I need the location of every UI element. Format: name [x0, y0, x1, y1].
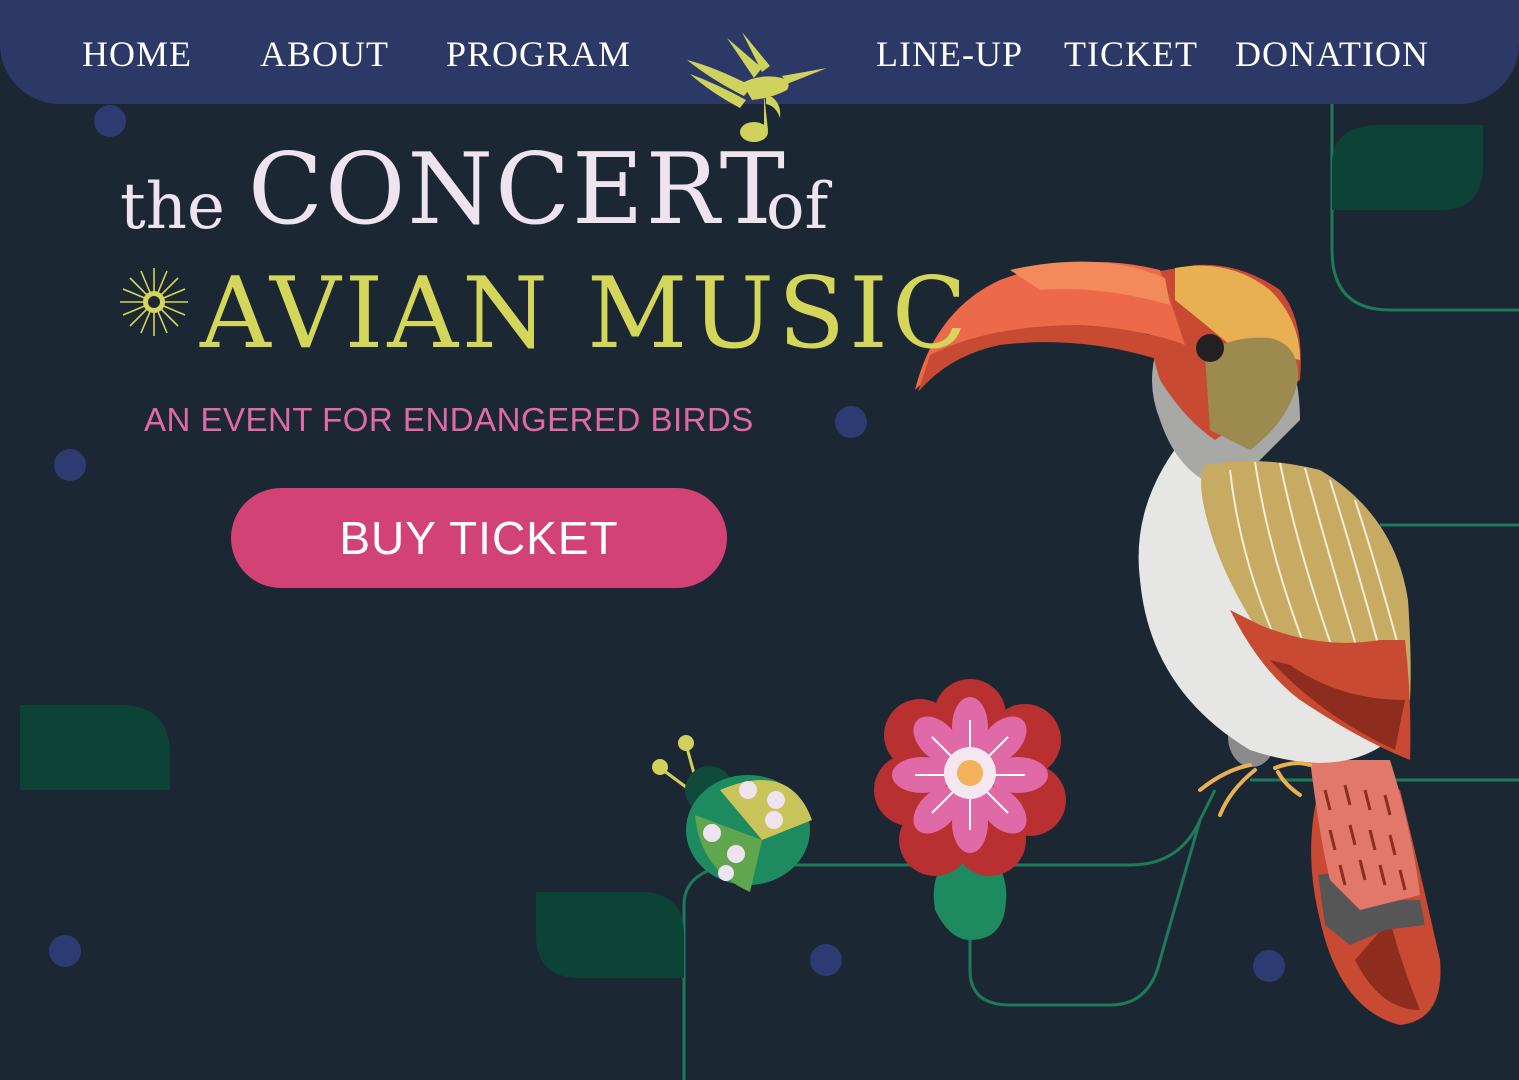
sun-icon — [120, 268, 188, 336]
nav-ticket[interactable]: TICKET — [1064, 34, 1198, 74]
title-of: of — [766, 170, 829, 244]
hummingbird-music-note-icon[interactable] — [682, 28, 832, 148]
event-subtitle: AN EVENT FOR ENDANGERED BIRDS — [144, 401, 754, 438]
ladybug-illustration — [652, 735, 812, 892]
flower-illustration — [874, 679, 1066, 940]
nav-home[interactable]: HOME — [82, 34, 192, 74]
buy-ticket-button[interactable]: BUY TICKET — [231, 488, 727, 588]
nav-donation[interactable]: DONATION — [1235, 34, 1429, 74]
title-the: the — [120, 170, 225, 244]
title-concert: CONCERT — [248, 133, 788, 247]
title-avian-music: AVIAN MUSIC — [200, 257, 971, 371]
nav-about[interactable]: ABOUT — [260, 34, 389, 74]
nav-lineup[interactable]: LINE-UP — [876, 34, 1023, 74]
nav-program[interactable]: PROGRAM — [446, 34, 631, 74]
